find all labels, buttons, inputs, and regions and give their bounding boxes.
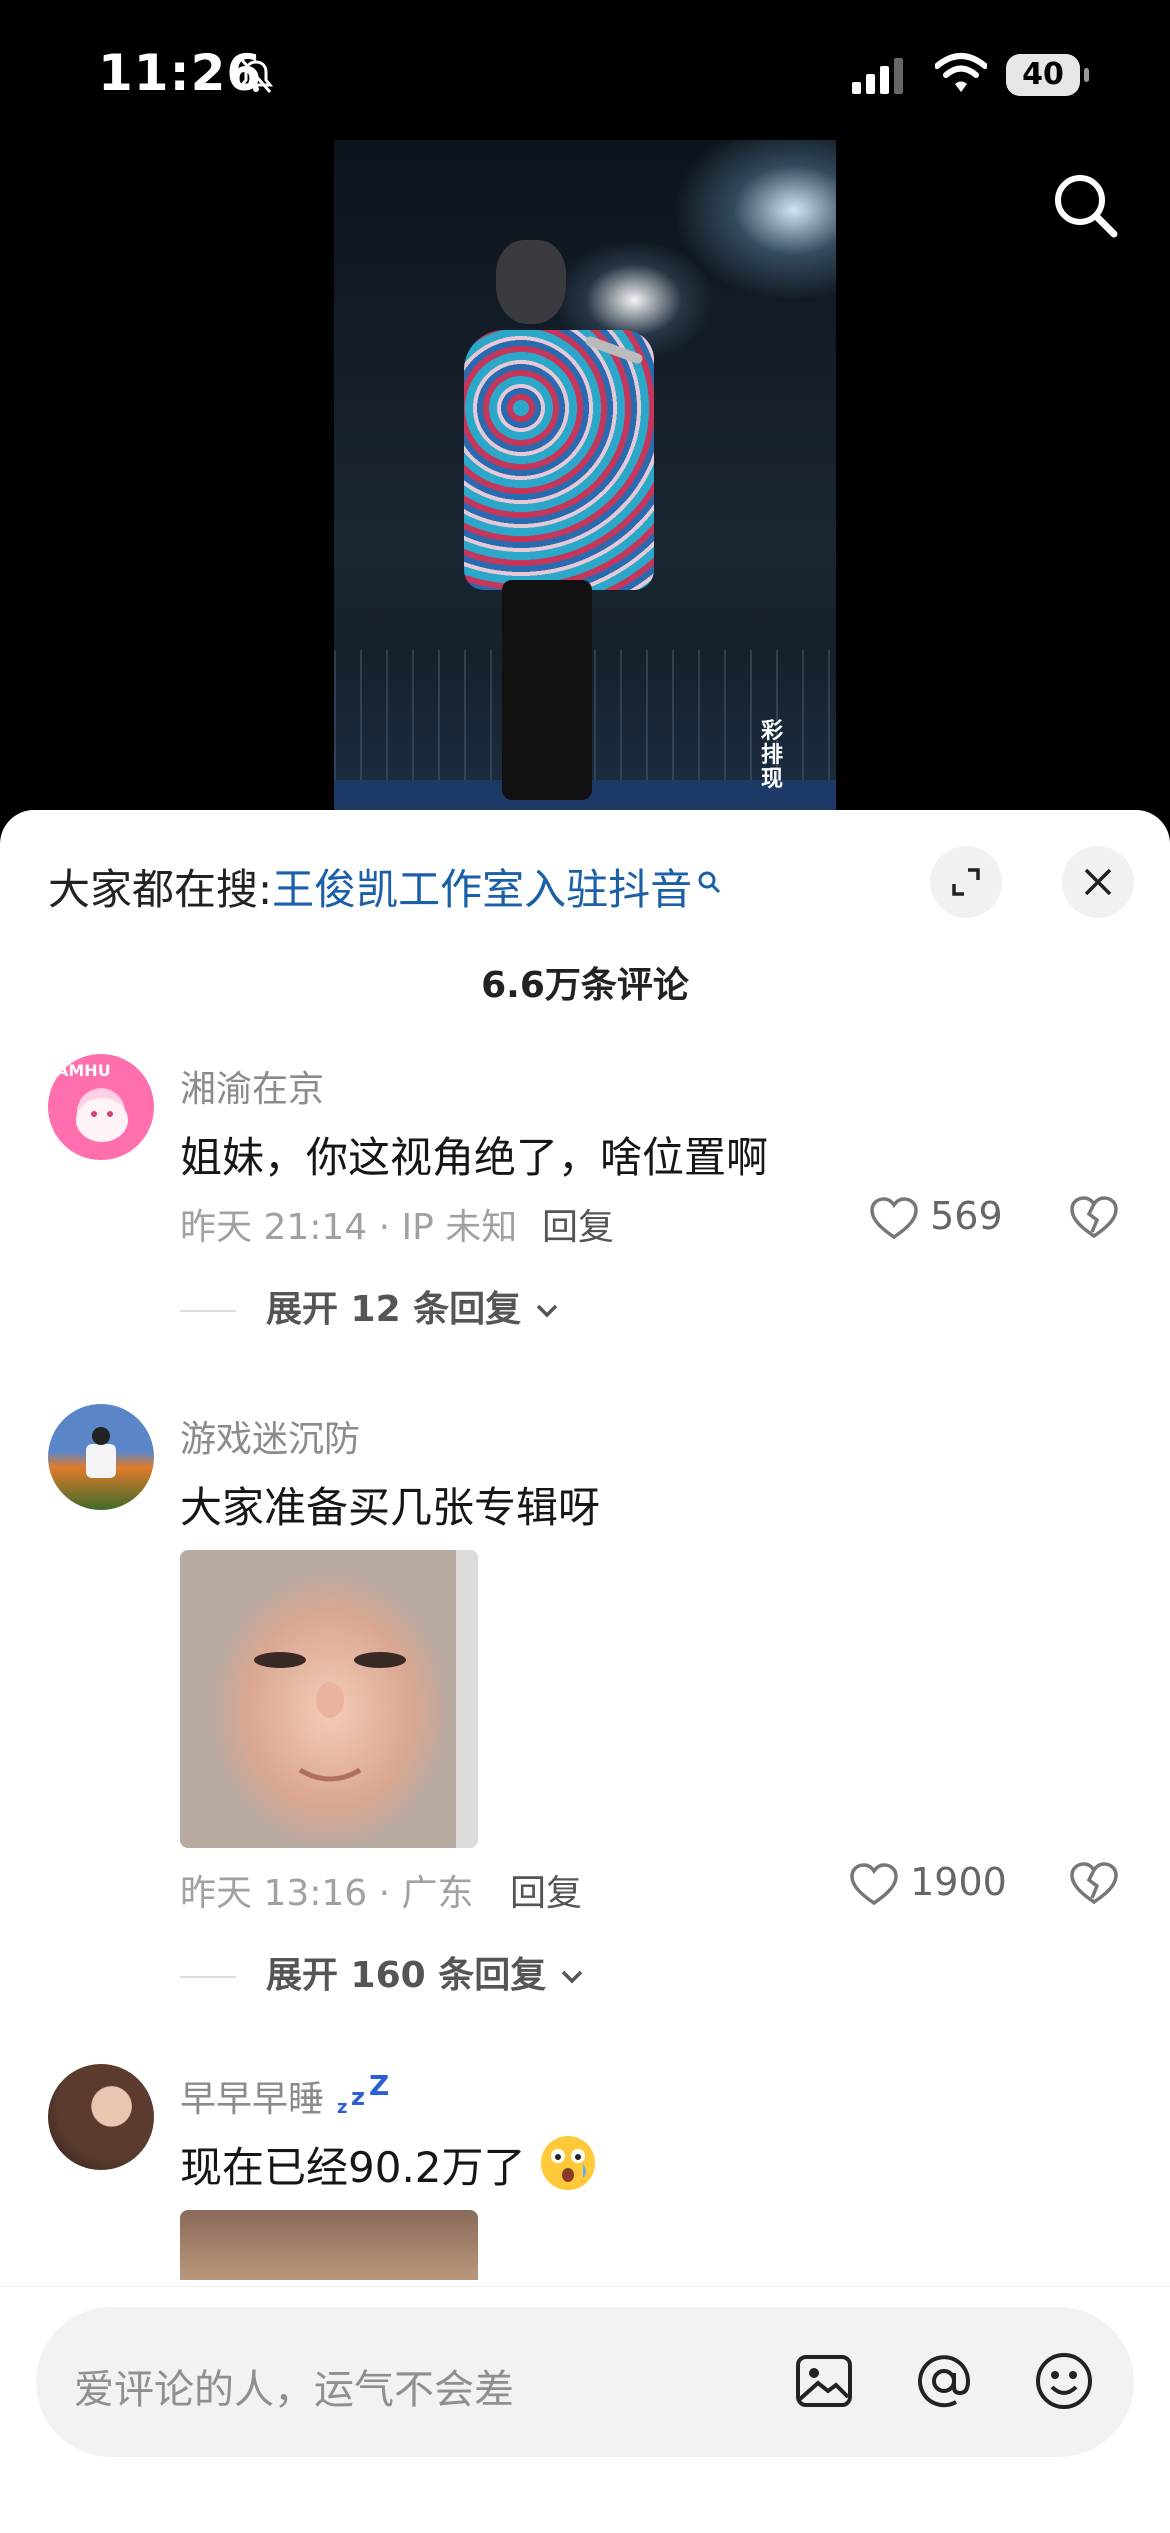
bell-muted-icon (236, 56, 276, 100)
heart-icon (850, 1862, 898, 1905)
status-bar: 11:26 40 (0, 0, 1170, 140)
sleeping-zzz-icon: z z Z (337, 2069, 389, 2118)
comment-username[interactable]: 湘渝在京 (180, 1060, 324, 1112)
broken-heart-icon (1070, 1862, 1118, 1905)
comment-image[interactable] (180, 2210, 478, 2280)
comment-input-placeholder: 爱评论的人，运气不会差 (74, 2367, 514, 2413)
hot-search-link[interactable]: 王俊凯工作室入驻抖音 (272, 865, 692, 914)
svg-text:AMHU: AMHU (56, 1061, 111, 1080)
video-player[interactable]: 彩排现 (334, 140, 836, 810)
comment-meta: 昨天 13:16 · 广东 (180, 1873, 474, 1914)
comment-text: 姐妹，你这视角绝了，啥位置啊 (180, 1133, 769, 1182)
comment-text: 现在已经90.2万了 (180, 2134, 597, 2195)
battery-indicator: 40 (1006, 54, 1089, 98)
wifi-icon (934, 52, 988, 98)
comment-username[interactable]: 早早早睡 z z Z (180, 2069, 395, 2122)
avatar[interactable] (48, 2064, 154, 2170)
comment-input[interactable]: 爱评论的人，运气不会差 (36, 2307, 1134, 2457)
comment-text-body: 现在已经90.2万了 (180, 2143, 526, 2192)
emoji-icon[interactable] (1032, 2349, 1096, 2417)
close-button[interactable] (1062, 846, 1134, 918)
svg-text:z: z (351, 2083, 365, 2111)
chevron-down-icon (536, 1304, 557, 1318)
expand-replies-label: 展开 12 条回复 (266, 1289, 522, 1330)
svg-text:Z: Z (369, 2073, 389, 2102)
like-button[interactable]: 1900 (850, 1860, 1007, 1907)
reply-button[interactable]: 回复 (510, 1864, 582, 1916)
search-icon[interactable] (1050, 170, 1120, 244)
small-search-icon (696, 856, 722, 905)
avatar[interactable] (48, 1404, 154, 1510)
dislike-button[interactable] (1070, 1196, 1118, 1240)
expand-replies[interactable]: 展开 160 条回复 (180, 1946, 585, 1998)
like-count: 1900 (910, 1860, 1007, 1904)
chevron-down-icon (561, 1970, 583, 1984)
comment-image[interactable] (180, 1550, 478, 1848)
shocked-face-emoji-icon (540, 2136, 595, 2190)
hot-search-prefix: 大家都在搜: (48, 865, 273, 914)
comment-username-text: 早早早睡 (180, 2079, 325, 2120)
expand-replies[interactable]: 展开 12 条回复 (180, 1280, 560, 1332)
like-button[interactable]: 569 (870, 1194, 1003, 1241)
video-watermark: 彩排现 (760, 719, 783, 792)
svg-text:z: z (337, 2097, 347, 2117)
like-count: 569 (930, 1194, 1003, 1238)
comment-text: 大家准备买几张专辑呀 (180, 1483, 601, 1532)
dislike-button[interactable] (1070, 1862, 1118, 1906)
heart-icon (870, 1196, 918, 1239)
expand-button[interactable] (930, 846, 1002, 918)
mention-icon[interactable] (912, 2349, 976, 2417)
cell-signal-icon (852, 58, 912, 98)
avatar[interactable]: AMHU (48, 1054, 154, 1160)
comment-meta: 昨天 21:14 · IP 未知 (180, 1207, 518, 1248)
comment-username[interactable]: 游戏迷沉防 (180, 1410, 360, 1462)
image-icon[interactable] (792, 2349, 856, 2417)
comment-input-bar: 爱评论的人，运气不会差 (0, 2286, 1170, 2533)
broken-heart-icon (1070, 1196, 1118, 1239)
reply-button[interactable]: 回复 (542, 1198, 614, 1250)
comment-count: 6.6万条评论 (481, 965, 689, 1006)
hot-search-banner[interactable]: 大家都在搜:王俊凯工作室入驻抖音 (48, 856, 722, 917)
comment-sheet: 大家都在搜:王俊凯工作室入驻抖音 6.6万条评论 AMHU 湘渝在京 姐妹，你这… (0, 810, 1170, 2532)
battery-level: 40 (1022, 57, 1064, 92)
close-icon (1084, 868, 1112, 896)
expand-replies-label: 展开 160 条回复 (266, 1955, 547, 1996)
expand-icon (952, 868, 980, 896)
